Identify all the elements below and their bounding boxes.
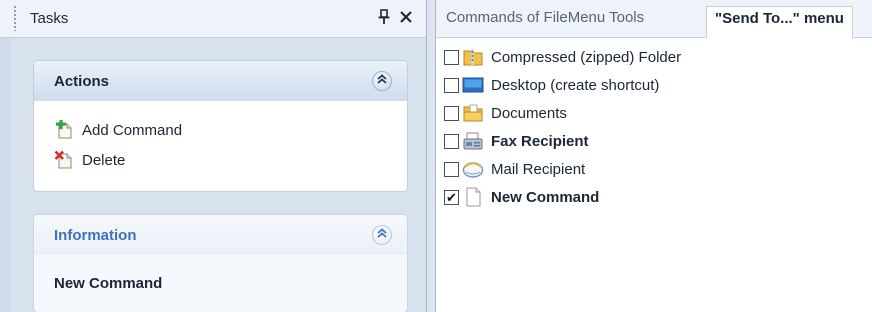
double-chevron-up-icon <box>377 74 387 84</box>
mail-icon <box>462 162 484 178</box>
left-rail <box>0 38 10 312</box>
zip-folder-icon <box>463 49 483 66</box>
item-checkbox[interactable] <box>444 161 459 177</box>
tab-strip: Commands of FileMenu Tools "Send To..." … <box>436 0 872 38</box>
send-to-pane: Commands of FileMenu Tools "Send To..." … <box>436 0 872 312</box>
item-checkbox[interactable] <box>444 77 459 93</box>
delete-link[interactable]: Delete <box>54 149 125 171</box>
item-label: Desktop (create shortcut) <box>491 76 660 94</box>
item-label: Mail Recipient <box>491 160 586 178</box>
filemenu-tools-window: Tasks Actions Add Command Delete Informa… <box>0 0 872 312</box>
close-glyph <box>400 11 412 23</box>
pin-icon[interactable] <box>375 8 393 26</box>
delete-label: Delete <box>82 151 126 169</box>
list-item[interactable]: Compressed (zipped) Folder <box>444 44 681 70</box>
tab-commands-of-filemenu-tools[interactable]: Commands of FileMenu Tools <box>446 9 644 35</box>
documents-folder-icon <box>463 104 483 122</box>
actions-group-header[interactable]: Actions <box>34 61 407 101</box>
tasks-pane: Tasks Actions Add Command Delete Informa… <box>0 0 426 312</box>
item-checkbox[interactable] <box>444 105 459 121</box>
item-label: Documents <box>491 104 567 122</box>
pin-glyph <box>378 9 390 24</box>
information-group-title: Information <box>54 227 137 244</box>
desktop-icon <box>462 77 484 93</box>
tasks-header: Tasks <box>0 0 426 38</box>
list-item[interactable]: Fax Recipient <box>444 128 589 154</box>
actions-group-title: Actions <box>54 73 110 90</box>
list-item[interactable]: ✔ New Command <box>444 184 599 210</box>
actions-group: Actions Add Command Delete <box>34 61 407 191</box>
pane-grip-handle[interactable] <box>13 5 17 31</box>
list-item[interactable]: Desktop (create shortcut) <box>444 72 659 98</box>
tasks-title: Tasks <box>30 10 69 27</box>
close-icon[interactable] <box>397 8 415 26</box>
pane-splitter[interactable] <box>426 0 436 312</box>
item-checkbox[interactable]: ✔ <box>444 189 459 205</box>
information-group: Information New Command <box>34 215 407 312</box>
selected-command-name: New Command <box>54 275 163 292</box>
information-body: New Command <box>34 255 407 312</box>
item-checkbox[interactable] <box>444 49 459 65</box>
list-item[interactable]: Mail Recipient <box>444 156 585 182</box>
delete-icon <box>54 150 72 169</box>
item-label: Compressed (zipped) Folder <box>491 48 682 66</box>
item-label: Fax Recipient <box>491 132 589 150</box>
add-command-label: Add Command <box>82 121 183 139</box>
collapse-actions-icon[interactable] <box>372 71 392 91</box>
collapse-information-icon[interactable] <box>372 225 392 245</box>
list-item[interactable]: Documents <box>444 100 567 126</box>
add-command-icon <box>56 120 72 139</box>
tab-send-to-menu[interactable]: "Send To..." menu <box>706 6 853 38</box>
item-label: New Command <box>491 188 600 206</box>
information-group-header[interactable]: Information <box>34 215 407 255</box>
double-chevron-up-icon <box>377 228 387 238</box>
fax-icon <box>463 132 483 150</box>
actions-body: Add Command Delete <box>34 101 407 191</box>
blank-document-icon <box>466 187 481 207</box>
add-command-link[interactable]: Add Command <box>54 119 182 141</box>
item-checkbox[interactable] <box>444 133 459 149</box>
